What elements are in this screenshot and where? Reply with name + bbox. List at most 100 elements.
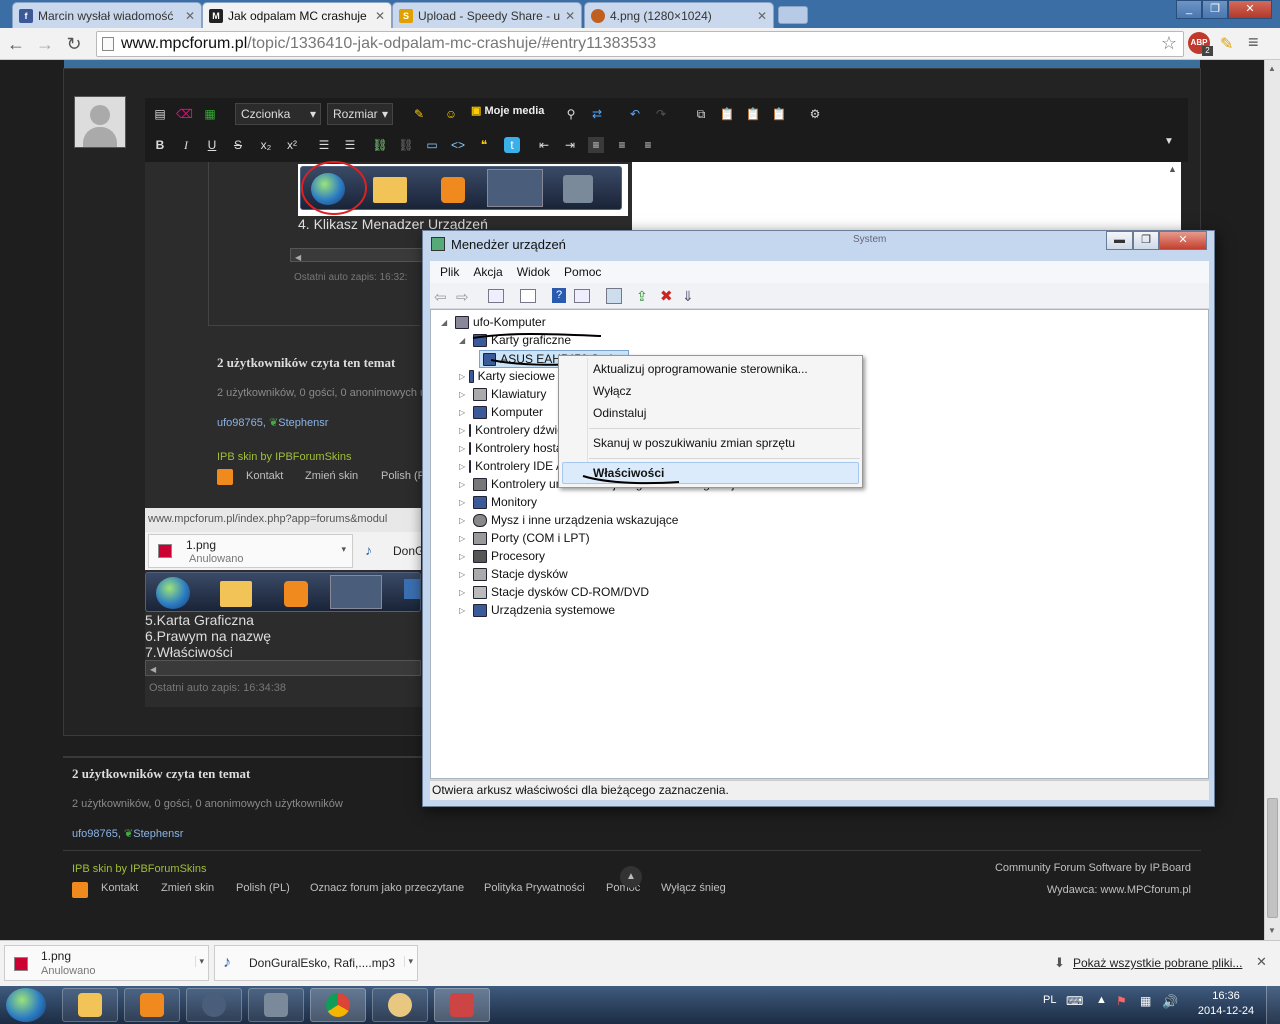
maximize-button[interactable]: ❐ xyxy=(1133,231,1159,250)
menu-action[interactable]: Akcja xyxy=(473,265,502,279)
scroll-up-icon[interactable]: ▲ xyxy=(1268,64,1276,73)
tree-item-monitors[interactable]: ▷ Monitory xyxy=(459,495,537,509)
tree-item-mice[interactable]: ▷ Mysz i inne urządzenia wskazujące xyxy=(459,513,678,527)
link-snow[interactable]: Wyłącz śnieg xyxy=(661,882,726,894)
nested-link-contact[interactable]: Kontakt xyxy=(246,470,283,482)
link-icon[interactable]: ⛓ xyxy=(372,137,388,153)
disable-icon[interactable]: ⇓ xyxy=(682,288,694,305)
bookmark-star-icon[interactable]: ☆ xyxy=(1161,31,1177,55)
code-icon[interactable]: <> xyxy=(450,137,466,153)
size-select[interactable]: Rozmiar ▾ xyxy=(327,103,393,125)
show-hide-tree-icon[interactable] xyxy=(488,289,504,303)
taskbar-media[interactable] xyxy=(124,988,180,1022)
menu-item-disable[interactable]: Wyłącz xyxy=(593,384,632,398)
tree-item-sound[interactable]: ▷Kontrolery dźwięku, wideo i gier xyxy=(459,423,559,437)
nested-download-item[interactable]: 1.png Anulowano ▾ xyxy=(148,534,353,568)
paste-icon[interactable]: 📋 xyxy=(719,106,735,122)
paste-word-icon[interactable]: 📋 xyxy=(771,106,787,122)
rss-icon[interactable] xyxy=(217,469,233,485)
keyboard-icon[interactable]: ⌨ xyxy=(1066,994,1083,1008)
nested-link-lang[interactable]: Polish (P xyxy=(381,470,425,482)
undo-icon[interactable]: ↶ xyxy=(627,106,643,122)
volume-icon[interactable]: 🔊 xyxy=(1162,994,1178,1010)
minimize-button[interactable]: ▬ xyxy=(1106,231,1133,250)
link-contact[interactable]: Kontakt xyxy=(101,882,138,894)
font-select[interactable]: Czcionka ▾ xyxy=(235,103,321,125)
source-icon[interactable]: ▤ xyxy=(152,106,168,122)
close-window-button[interactable]: ✕ xyxy=(1159,231,1207,250)
indent-icon[interactable]: ⇥ xyxy=(562,137,578,153)
tab-speedyshare[interactable]: S Upload - Speedy Share - u ✕ xyxy=(392,2,582,28)
align-center-icon[interactable]: ≡ xyxy=(614,137,630,153)
unlink-icon[interactable]: ⛓ xyxy=(398,137,414,153)
language-indicator[interactable]: PL xyxy=(1043,994,1056,1006)
taskbar-teamspeak[interactable] xyxy=(186,988,242,1022)
nested-link-skin[interactable]: Zmień skin xyxy=(305,470,358,482)
action-center-icon[interactable]: ⚑ xyxy=(1116,994,1127,1008)
tree-item-system[interactable]: ▷ Urządzenia systemowe xyxy=(459,603,615,617)
link-mark-read[interactable]: Oznacz forum jako przeczytane xyxy=(310,882,464,894)
tree-item-ports[interactable]: ▷ Porty (COM i LPT) xyxy=(459,531,590,545)
scroll-down-icon[interactable]: ▼ xyxy=(1268,926,1276,935)
menu-item-scan[interactable]: Skanuj w poszukiwaniu zmian sprzętu xyxy=(593,436,795,450)
underline-icon[interactable]: U xyxy=(204,137,220,153)
close-tab-icon[interactable]: ✕ xyxy=(565,9,575,23)
forward-icon[interactable]: → xyxy=(33,32,57,56)
nested-user-2[interactable]: Stephensr xyxy=(278,417,328,429)
autosave-icon[interactable]: ▦ xyxy=(202,106,218,122)
italic-icon[interactable]: I xyxy=(178,137,194,153)
taskbar-explorer[interactable] xyxy=(62,988,118,1022)
reload-icon[interactable]: ↻ xyxy=(62,32,86,56)
dropdown-arrow-icon[interactable]: ▾ xyxy=(341,544,346,555)
new-tab-button[interactable] xyxy=(778,6,808,24)
tree-item-ide[interactable]: ▷Kontrolery IDE ATA/ATAPI xyxy=(459,459,559,473)
tree-root[interactable]: ◢ ufo-Komputer xyxy=(441,315,546,329)
taskbar-lock-app[interactable] xyxy=(248,988,304,1022)
scroll-thumb[interactable] xyxy=(1267,798,1278,918)
properties-icon[interactable] xyxy=(520,289,536,303)
paste-text-icon[interactable]: 📋 xyxy=(745,106,761,122)
emoticon-icon[interactable]: ☺ xyxy=(443,106,459,122)
paint-icon[interactable]: ✎ xyxy=(411,106,427,122)
taskbar-chrome[interactable] xyxy=(310,988,366,1022)
tree-item-dvd[interactable]: ▷ Stacje dysków CD-ROM/DVD xyxy=(459,585,649,599)
align-left-icon[interactable]: ≡ xyxy=(588,137,604,153)
settings-icon[interactable]: ⚙ xyxy=(807,106,823,122)
back-icon[interactable]: ⇦ xyxy=(434,288,447,306)
bold-icon[interactable]: B xyxy=(152,137,168,153)
my-media-button[interactable]: ▣ Moje media xyxy=(471,104,544,117)
tree-item-keyboards[interactable]: ▷ Klawiatury xyxy=(459,387,569,401)
close-tab-icon[interactable]: ✕ xyxy=(757,9,767,23)
software-credit[interactable]: Community Forum Software by IP.Board xyxy=(995,862,1191,874)
tray-expand-icon[interactable]: ▲ xyxy=(1096,994,1107,1006)
dropdown-arrow-icon[interactable]: ▾ xyxy=(404,956,413,967)
find-icon[interactable]: ⚲ xyxy=(563,106,579,122)
replace-icon[interactable]: ⇄ xyxy=(589,106,605,122)
publisher[interactable]: Wydawca: www.MPCforum.pl xyxy=(1047,884,1191,896)
taskbar-paint[interactable] xyxy=(372,988,428,1022)
close-tab-icon[interactable]: ✕ xyxy=(375,9,385,23)
maximize-button[interactable]: ❐ xyxy=(1202,0,1228,19)
menu-icon[interactable]: ≡ xyxy=(1248,32,1259,53)
menu-file[interactable]: Plik xyxy=(440,265,459,279)
subscript-icon[interactable]: x₂ xyxy=(258,137,274,153)
editor-h-scrollbar[interactable]: ◀ xyxy=(145,660,421,676)
menu-view[interactable]: Widok xyxy=(517,265,550,279)
link-language[interactable]: Polish (PL) xyxy=(236,882,290,894)
image-insert-icon[interactable]: ▭ xyxy=(424,137,440,153)
tree-item-cpu[interactable]: ▷ Procesory xyxy=(459,549,545,563)
superscript-icon[interactable]: x² xyxy=(284,137,300,153)
start-button-icon[interactable] xyxy=(6,988,46,1022)
extension-icon[interactable]: ✎ xyxy=(1220,34,1233,54)
clock[interactable]: 16:36 2014-12-24 xyxy=(1194,989,1258,1019)
tree-item-disks[interactable]: ▷ Stacje dysków xyxy=(459,567,568,581)
user-1[interactable]: ufo98765 xyxy=(72,828,118,840)
menu-item-update-driver[interactable]: Aktualizuj oprogramowanie sterownika... xyxy=(593,362,808,376)
close-tab-icon[interactable]: ✕ xyxy=(185,9,195,23)
nested-user-1[interactable]: ufo98765 xyxy=(217,417,263,429)
close-window-button[interactable]: ✕ xyxy=(1228,0,1272,19)
network-icon[interactable]: ▦ xyxy=(1140,994,1151,1008)
tab-facebook[interactable]: f Marcin wysłał wiadomość ✕ xyxy=(12,2,202,28)
help-icon[interactable]: ? xyxy=(552,288,566,303)
tab-mpcforum[interactable]: M Jak odpalam MC crashuje ✕ xyxy=(202,2,392,28)
